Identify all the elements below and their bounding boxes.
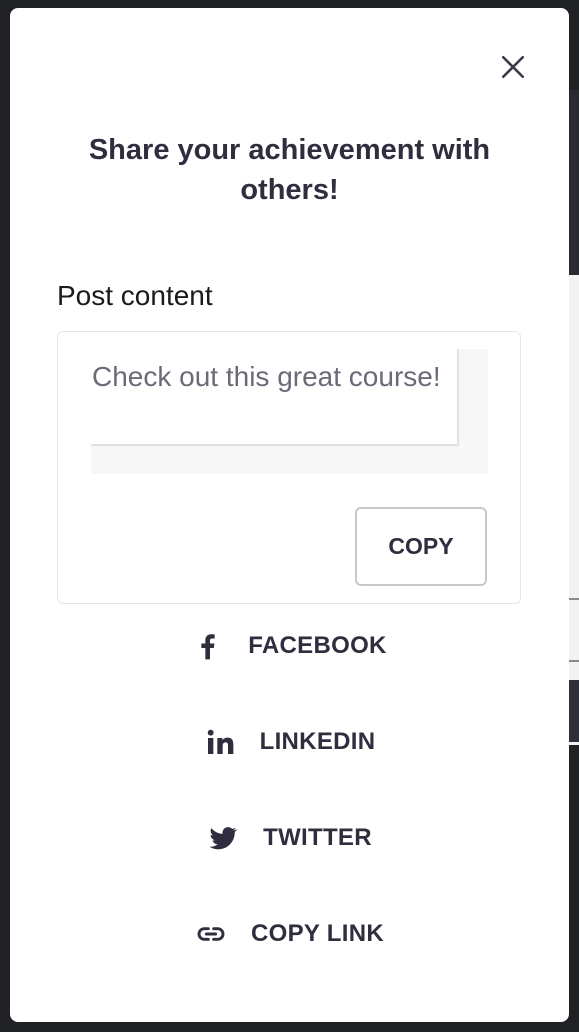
- facebook-icon: [192, 630, 224, 662]
- post-content-label: Post content: [57, 280, 213, 311]
- share-twitter-label: TWITTER: [263, 824, 372, 851]
- link-icon: [195, 918, 227, 950]
- share-linkedin-label: LINKEDIN: [259, 728, 376, 755]
- post-content-text[interactable]: Check out this great course!: [91, 349, 459, 446]
- copy-button[interactable]: COPY: [355, 507, 487, 586]
- twitter-icon: [207, 822, 239, 854]
- close-icon: [501, 55, 525, 79]
- post-content-scroll-area[interactable]: Check out this great course!: [91, 349, 488, 474]
- copy-link-label: COPY LINK: [251, 920, 384, 947]
- post-content-card: Check out this great course! COPY: [57, 331, 521, 604]
- share-twitter-button[interactable]: TWITTER: [10, 810, 569, 866]
- share-facebook-button[interactable]: FACEBOOK: [10, 618, 569, 674]
- share-facebook-label: FACEBOOK: [248, 632, 387, 659]
- linkedin-icon: [204, 726, 236, 758]
- modal-title: Share your achievement with others!: [88, 134, 491, 206]
- share-linkedin-button[interactable]: LINKEDIN: [10, 714, 569, 770]
- close-button[interactable]: [494, 48, 532, 86]
- copy-link-button[interactable]: COPY LINK: [10, 906, 569, 962]
- share-modal: Share your achievement with others! Post…: [10, 8, 569, 1022]
